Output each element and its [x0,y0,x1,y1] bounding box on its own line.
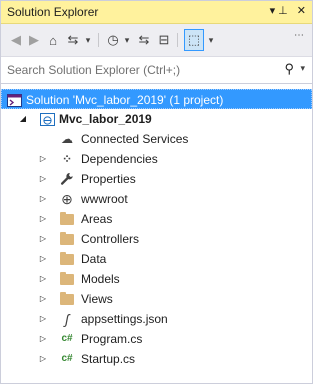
collapsed-arrow-icon[interactable]: ▷ [38,309,48,329]
panel-title: Solution Explorer [7,5,99,19]
toolbar-separator [98,33,99,47]
tree-item-solution[interactable]: Solution 'Mvc_labor_2019' (1 project) [1,89,312,109]
folder-icon [59,251,75,266]
json-file-icon: ʃ [64,311,70,327]
search-input[interactable]: Search Solution Explorer (Ctrl+;) [7,63,180,77]
tree-item-label: Models [81,272,120,286]
tree-item-label: Connected Services [81,132,189,146]
search-options-dropdown-icon[interactable]: ▾ [300,63,305,74]
solution-explorer-window: Solution Explorer ▾ ⊥ ✕ ◀ ▶ ⌂ ⇆ ▾ ◷ ▾ ⇆ … [0,0,313,384]
project-label: Mvc_labor_2019 [59,112,152,126]
collapse-all-icon[interactable]: ⊟ [156,31,172,49]
tree-item-label: appsettings.json [81,312,168,326]
tree-item-label: Properties [81,172,136,186]
search-box[interactable]: Search Solution Explorer (Ctrl+;) ⚲ ▾ [1,57,312,84]
csharp-file-icon: c# [61,353,73,364]
preview-dropdown-icon[interactable]: ▾ [206,31,216,49]
tree-item-appsettings[interactable]: ▷ ʃ appsettings.json [1,309,312,329]
collapsed-arrow-icon[interactable]: ▷ [38,189,48,209]
tree-item-label: Program.cs [81,332,143,346]
tree-item-areas[interactable]: ▷ Areas [1,209,312,229]
collapsed-arrow-icon[interactable]: ▷ [38,289,48,309]
collapsed-arrow-icon[interactable]: ▷ [38,249,48,269]
back-icon[interactable]: ◀ [9,31,23,49]
folder-icon [59,231,75,246]
tree-item-controllers[interactable]: ▷ Controllers [1,229,312,249]
folder-icon [59,271,75,286]
pin-icon[interactable]: ▾ ⊥ [270,4,288,17]
collapsed-arrow-icon[interactable]: ▷ [38,169,48,189]
connected-services-icon: ☁ [61,132,73,146]
tree-item-dependencies[interactable]: ▷ ⁘ Dependencies [1,149,312,169]
pending-changes-dropdown-icon[interactable]: ▾ [122,31,132,49]
title-controls: ▾ ⊥ ✕ [270,4,306,17]
tree-item-label: Startup.cs [81,352,136,366]
tree-item-label: wwwroot [81,192,128,206]
tree-item-label: Views [81,292,113,306]
title-bar: Solution Explorer ▾ ⊥ ✕ [1,1,312,24]
search-icon[interactable]: ⚲ [284,61,294,77]
collapsed-arrow-icon[interactable]: ▷ [38,209,48,229]
preview-selected-icon[interactable]: ⬚ [184,29,204,51]
collapsed-arrow-icon[interactable]: ▷ [38,349,48,369]
tree-item-label: Controllers [81,232,140,246]
sync-icon[interactable]: ⇆ [136,31,152,49]
tree-item-program-cs[interactable]: ▷ c# Program.cs [1,329,312,349]
tree-item-label: Data [81,252,107,266]
dependencies-icon: ⁘ [61,152,73,166]
expanded-arrow-icon[interactable]: ◢ [18,109,28,129]
tree-item-connected-services[interactable]: ☁ Connected Services [1,129,312,149]
toolbar-separator [177,33,178,47]
collapsed-arrow-icon[interactable]: ▷ [38,149,48,169]
csharp-file-icon: c# [61,333,73,344]
pending-changes-icon[interactable]: ◷ [105,31,121,49]
toolbar: ◀ ▶ ⌂ ⇆ ▾ ◷ ▾ ⇆ ⊟ ⬚ ▾ ⋯ [1,24,312,57]
solution-icon [6,93,22,107]
tree-item-models[interactable]: ▷ Models [1,269,312,289]
tree-item-startup-cs[interactable]: ▷ c# Startup.cs [1,349,312,369]
solution-tree: Solution 'Mvc_labor_2019' (1 project) ◢ … [1,89,312,369]
switch-views-icon[interactable]: ⇆ [65,31,81,49]
toolbar-overflow-icon[interactable]: ⋯ [293,26,305,44]
globe-icon: ⊕ [61,191,73,207]
collapsed-arrow-icon[interactable]: ▷ [38,269,48,289]
tree-item-wwwroot[interactable]: ▷ ⊕ wwwroot [1,189,312,209]
collapsed-arrow-icon[interactable]: ▷ [38,329,48,349]
close-icon[interactable]: ✕ [297,4,306,17]
folder-icon [59,211,75,226]
tree-item-label: Dependencies [81,152,158,166]
collapsed-arrow-icon[interactable]: ▷ [38,229,48,249]
switch-views-dropdown-icon[interactable]: ▾ [83,31,93,49]
home-icon[interactable]: ⌂ [45,31,61,49]
solution-label: Solution 'Mvc_labor_2019' (1 project) [26,93,224,107]
tree-item-project[interactable]: ◢ Mvc_labor_2019 [1,109,312,129]
tree-item-views[interactable]: ▷ Views [1,289,312,309]
web-project-icon [39,112,55,126]
forward-icon[interactable]: ▶ [27,31,41,49]
tree-item-data[interactable]: ▷ Data [1,249,312,269]
tree-item-properties[interactable]: ▷ Properties [1,169,312,189]
folder-icon [59,291,75,306]
tree-item-label: Areas [81,212,113,226]
wrench-icon [59,172,75,186]
